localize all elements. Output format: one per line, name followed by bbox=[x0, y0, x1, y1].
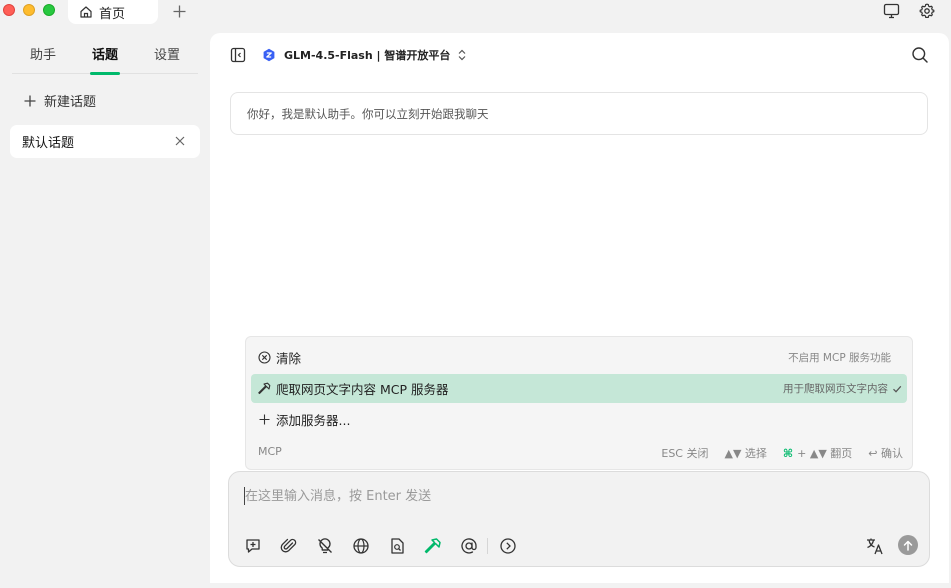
arrow-up-icon bbox=[903, 540, 913, 551]
chevron-right-circle-icon bbox=[499, 537, 517, 555]
mcp-item-label: 添加服务器... bbox=[276, 413, 351, 428]
translate-icon bbox=[865, 536, 885, 556]
expand-tools-button[interactable] bbox=[498, 536, 518, 556]
mcp-item-description: 用于爬取网页文字内容 bbox=[783, 383, 888, 395]
active-tab-indicator bbox=[90, 72, 120, 75]
settings-button[interactable] bbox=[919, 3, 935, 19]
at-sign-icon bbox=[460, 537, 478, 555]
tab-home[interactable]: 首页 bbox=[68, 0, 158, 24]
home-icon bbox=[79, 5, 93, 19]
monitor-button[interactable] bbox=[883, 3, 900, 19]
search-icon bbox=[911, 46, 929, 64]
toggle-sidebar-button[interactable] bbox=[230, 47, 246, 63]
mcp-item-label: 清除 bbox=[276, 351, 302, 366]
new-topic-icon bbox=[244, 537, 262, 555]
hint-esc-close: ESC 关闭 bbox=[661, 447, 709, 460]
window-controls bbox=[3, 4, 55, 16]
tab-assistants[interactable]: 助手 bbox=[30, 44, 56, 63]
model-label: GLM-4.5-Flash | 智谱开放平台 bbox=[284, 49, 451, 62]
mention-model-button[interactable] bbox=[459, 536, 479, 556]
mcp-item-clear[interactable]: 清除 不启用 MCP 服务功能 bbox=[251, 343, 907, 372]
sidebar-toggle-icon bbox=[230, 47, 246, 63]
search-button[interactable] bbox=[911, 46, 929, 64]
hint-page-text: + ▲▼ 翻页 bbox=[797, 447, 853, 460]
chat-panel: GLM-4.5-Flash | 智谱开放平台 你好，我是默认助手。你可以立刻开始… bbox=[210, 33, 949, 583]
plus-icon bbox=[172, 4, 187, 19]
new-topic-button[interactable]: 新建话题 bbox=[24, 91, 96, 110]
message-input[interactable] bbox=[245, 486, 905, 506]
mcp-item-label: 爬取网页文字内容 MCP 服务器 bbox=[276, 382, 449, 397]
plus-icon bbox=[257, 414, 271, 425]
knowledge-base-button[interactable] bbox=[387, 536, 407, 556]
topic-label: 默认话题 bbox=[22, 136, 75, 151]
mcp-tools-button[interactable] bbox=[423, 536, 443, 556]
mcp-item-web-scraper[interactable]: 爬取网页文字内容 MCP 服务器 用于爬取网页文字内容 bbox=[251, 374, 907, 403]
message-composer bbox=[228, 471, 930, 567]
translate-button[interactable] bbox=[865, 536, 885, 556]
attach-button[interactable] bbox=[279, 536, 299, 556]
hammer-icon bbox=[424, 537, 442, 555]
close-window-button[interactable] bbox=[3, 4, 15, 16]
topic-item-default[interactable]: 默认话题 bbox=[10, 125, 200, 158]
model-selector[interactable]: GLM-4.5-Flash | 智谱开放平台 bbox=[262, 47, 466, 63]
keyboard-hints: ESC 关闭 ▲▼ 选择 ⌘ + ▲▼ 翻页 ↩ 确认 bbox=[661, 445, 903, 461]
checkmark-icon bbox=[892, 384, 902, 394]
hammer-icon bbox=[257, 382, 271, 395]
assistant-greeting-message: 你好，我是默认助手。你可以立刻开始跟我聊天 bbox=[230, 92, 928, 135]
hint-page: ⌘ + ▲▼ 翻页 bbox=[783, 445, 852, 461]
thinking-off-button[interactable] bbox=[315, 536, 335, 556]
new-topic-tool-button[interactable] bbox=[243, 536, 263, 556]
sidebar-tabs: 助手 话题 设置 bbox=[12, 38, 198, 75]
close-icon[interactable] bbox=[175, 136, 185, 146]
new-topic-label: 新建话题 bbox=[44, 95, 97, 110]
composer-toolbar bbox=[243, 536, 534, 556]
web-search-button[interactable] bbox=[351, 536, 371, 556]
mcp-item-description: 不启用 MCP 服务功能 bbox=[788, 352, 891, 364]
tab-home-label: 首页 bbox=[99, 6, 126, 22]
mcp-server-popup: 清除 不启用 MCP 服务功能 爬取网页文字内容 MCP 服务器 用于爬取网页文… bbox=[245, 336, 913, 470]
command-key-icon: ⌘ bbox=[782, 446, 794, 460]
hint-confirm: ↩ 确认 bbox=[868, 447, 903, 460]
lightbulb-off-icon bbox=[316, 537, 334, 555]
hint-select: ▲▼ 选择 bbox=[724, 447, 767, 460]
new-tab-button[interactable] bbox=[172, 4, 187, 19]
send-button[interactable] bbox=[898, 535, 918, 555]
tab-topics[interactable]: 话题 bbox=[92, 44, 118, 63]
maximize-window-button[interactable] bbox=[43, 4, 55, 16]
toolbar-divider bbox=[487, 538, 488, 554]
gear-icon bbox=[919, 3, 935, 19]
mcp-footer-label: MCP bbox=[258, 445, 282, 458]
clear-circle-icon bbox=[257, 351, 271, 364]
mcp-item-description-group: 用于爬取网页文字内容 bbox=[783, 381, 902, 396]
plus-icon bbox=[24, 95, 36, 107]
minimize-window-button[interactable] bbox=[23, 4, 35, 16]
globe-icon bbox=[352, 537, 370, 555]
zhipu-logo-icon bbox=[262, 48, 276, 62]
monitor-icon bbox=[883, 3, 900, 19]
chevron-up-down-icon bbox=[458, 49, 466, 61]
mcp-item-add-server[interactable]: 添加服务器... bbox=[251, 405, 907, 434]
tab-settings[interactable]: 设置 bbox=[154, 44, 180, 63]
greeting-text: 你好，我是默认助手。你可以立刻开始跟我聊天 bbox=[247, 106, 489, 121]
file-search-icon bbox=[388, 537, 406, 555]
paperclip-icon bbox=[280, 537, 298, 555]
